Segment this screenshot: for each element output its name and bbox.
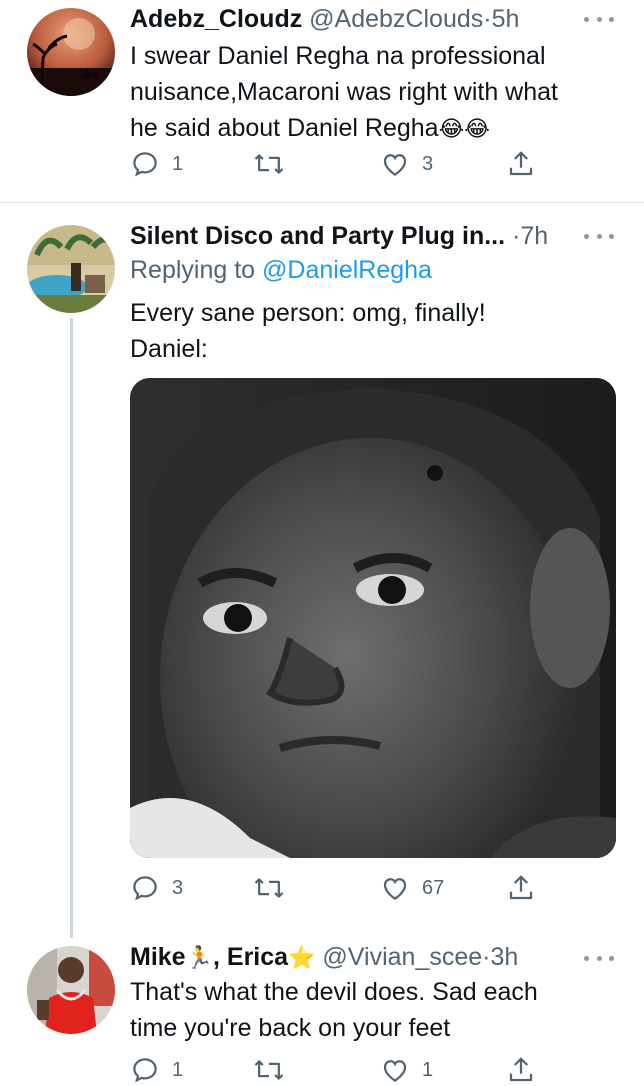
- share-icon: [509, 875, 533, 900]
- text-line: Daniel:: [130, 335, 208, 363]
- tweet-3[interactable]: Mike🏃, Erica⭐ @Vivian_scee·3h That's wha…: [0, 940, 644, 1083]
- reply-icon: [133, 1058, 157, 1083]
- avatar[interactable]: [27, 8, 115, 96]
- name-segment: , Erica: [213, 943, 289, 971]
- reply-count: 1: [172, 1058, 184, 1081]
- text-line: nuisance,Macaroni was right with what: [130, 78, 558, 106]
- timestamp[interactable]: 5h: [492, 5, 520, 33]
- mention-link[interactable]: @DanielRegha: [262, 256, 432, 284]
- emoji: 😂😂: [438, 116, 490, 141]
- photo-of-boy-face: [130, 378, 616, 858]
- like-count: 1: [422, 1058, 434, 1081]
- tweet-image[interactable]: [130, 378, 616, 858]
- text-line: That's what the devil does. Sad each: [130, 978, 538, 1006]
- tweet-actions: 3 67: [130, 872, 540, 904]
- share-icon: [509, 1057, 533, 1082]
- more-icon[interactable]: [584, 226, 614, 246]
- like-count: 3: [422, 152, 434, 175]
- text-line: I swear Daniel Regha na professional: [130, 42, 546, 70]
- name-segment: Mike: [130, 943, 186, 971]
- separator-dot: ·: [483, 5, 492, 33]
- reply-icon: [133, 876, 157, 901]
- timestamp[interactable]: 7h: [520, 222, 548, 250]
- retweet-button[interactable]: [253, 872, 285, 904]
- reply-count: 3: [172, 876, 184, 899]
- replying-to: Replying to @DanielRegha: [130, 255, 432, 285]
- avatar-image: [27, 225, 115, 313]
- tweet-text: That's what the devil does. Sad each tim…: [130, 974, 630, 1046]
- text-line: time you're back on your feet: [130, 1014, 451, 1042]
- share-button[interactable]: [506, 148, 536, 180]
- replying-label: Replying to: [130, 256, 263, 284]
- tweet-header: Mike🏃, Erica⭐ @Vivian_scee·3h: [130, 942, 518, 973]
- share-icon: [509, 151, 533, 176]
- username[interactable]: @AdebzClouds: [309, 5, 483, 33]
- tweet-header: Silent Disco and Party Plug in... ·7h: [130, 221, 548, 251]
- retweet-button[interactable]: [253, 148, 285, 180]
- retweet-button[interactable]: [253, 1054, 285, 1086]
- text-segment: he said about Daniel Regha: [130, 114, 439, 142]
- share-button[interactable]: [506, 1054, 536, 1086]
- timestamp[interactable]: 3h: [490, 943, 518, 971]
- tweet-text: I swear Daniel Regha na professional nui…: [130, 38, 630, 147]
- like-icon: [383, 154, 407, 176]
- retweet-icon: [254, 154, 284, 174]
- like-button[interactable]: 1: [380, 1054, 433, 1086]
- tweet-actions: 1 3: [130, 148, 540, 180]
- star-emoji: ⭐: [288, 945, 316, 970]
- share-button[interactable]: [506, 872, 536, 904]
- display-name[interactable]: Adebz_Cloudz: [130, 5, 302, 33]
- text-line: Every sane person: omg, finally!: [130, 299, 486, 327]
- like-count: 67: [422, 876, 445, 899]
- username[interactable]: @Vivian_scee: [322, 943, 482, 971]
- reply-button[interactable]: 1: [130, 148, 183, 180]
- runner-emoji: 🏃: [185, 945, 213, 970]
- avatar-image: [27, 8, 115, 96]
- retweet-icon: [254, 878, 284, 898]
- retweet-icon: [254, 1060, 284, 1080]
- display-name[interactable]: Silent Disco and Party Plug in...: [130, 222, 505, 250]
- avatar[interactable]: [27, 946, 115, 1034]
- avatar[interactable]: [27, 225, 115, 313]
- tweet-actions: 1 1: [130, 1054, 540, 1086]
- tweet-text: Every sane person: omg, finally! Daniel:: [130, 295, 620, 367]
- reply-icon: [133, 152, 157, 177]
- tweet-header: Adebz_Cloudz @AdebzClouds·5h: [130, 4, 519, 34]
- like-button[interactable]: 67: [380, 872, 444, 904]
- like-button[interactable]: 3: [380, 148, 433, 180]
- like-icon: [383, 1060, 407, 1082]
- tweet-1[interactable]: Adebz_Cloudz @AdebzClouds·5h I swear Dan…: [0, 0, 644, 200]
- reply-button[interactable]: 1: [130, 1054, 183, 1086]
- like-icon: [383, 878, 407, 900]
- avatar-image: [27, 946, 115, 1034]
- more-icon[interactable]: [584, 9, 614, 29]
- reply-count: 1: [172, 152, 184, 175]
- display-name[interactable]: Mike🏃, Erica⭐: [130, 943, 315, 971]
- more-icon[interactable]: [584, 948, 614, 968]
- reply-button[interactable]: 3: [130, 872, 183, 904]
- text-line-with-emoji: he said about Daniel Regha😂😂: [130, 110, 630, 147]
